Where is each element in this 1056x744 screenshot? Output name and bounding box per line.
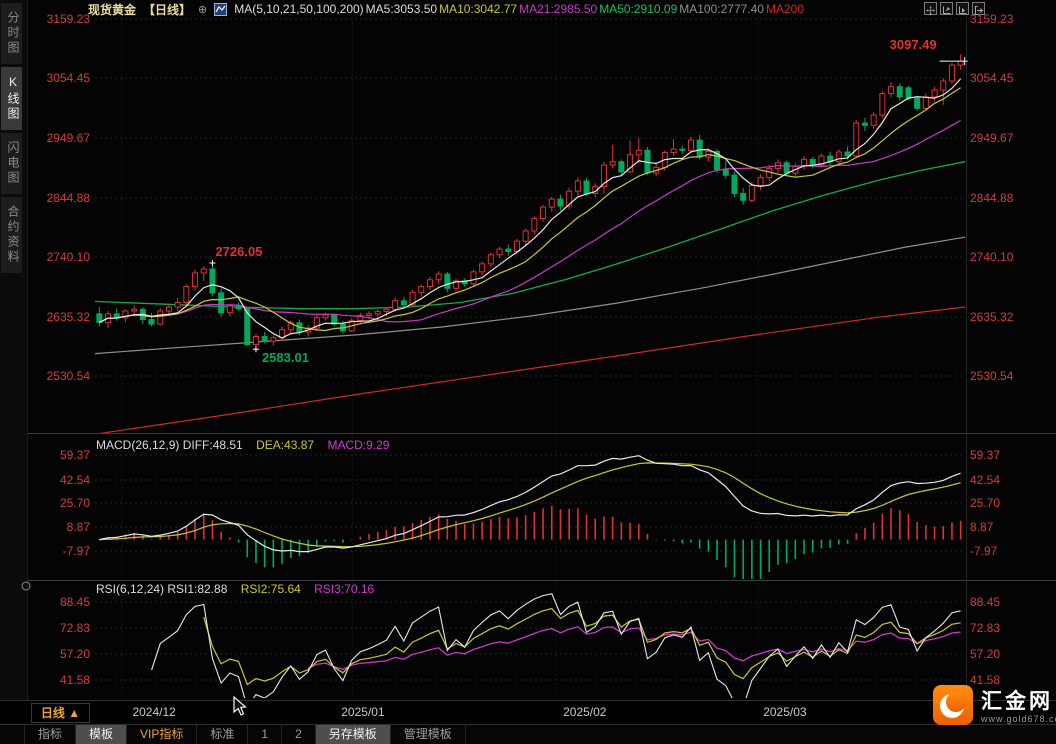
ma-value-5: MA100:2777.40	[679, 2, 764, 16]
price-axis-label: 3054.45	[30, 71, 90, 85]
macd-axis-label: 42.54	[970, 473, 1036, 487]
period-selector-label: 日线	[41, 706, 65, 720]
ma-value-1: MA5:3053.50	[366, 2, 437, 16]
macd-axis-label: 25.70	[30, 496, 90, 510]
rsi-axis-label: 72.83	[970, 621, 1036, 635]
period-label[interactable]: 【日线】	[143, 1, 191, 18]
detach-window-icon[interactable]	[972, 2, 985, 15]
macd-pane-title: MACD(26,12,9) DIFF:48.51 DEA:43.87 MACD:…	[96, 438, 389, 452]
macd-axis-label: 25.70	[970, 496, 1036, 510]
ma-value-3: MA21:2985.50	[519, 2, 597, 16]
rsi-axis-label: 88.45	[970, 595, 1036, 609]
month-label-0: 2024/12	[132, 705, 175, 719]
time-axis: 日线 ▲ 2024/12 2025/01 2025/02 2025/03	[0, 701, 1056, 723]
price-axis-label: 2740.10	[30, 250, 90, 264]
site-url: www.gold678.com	[981, 714, 1056, 724]
rsi-axis-label: 57.20	[30, 647, 90, 661]
rsi-axis-label: 72.83	[30, 621, 90, 635]
price-axis-label: 2530.54	[970, 369, 1036, 383]
rsi1-value: RSI(6,12,24) RSI1:82.88	[96, 582, 227, 596]
price-axis-label: 2635.32	[30, 310, 90, 324]
chart-canvas[interactable]: 2726.05 2583.01 3097.49	[0, 0, 1056, 744]
indicator-chart-icon	[214, 3, 227, 16]
price-axis-label: 2740.10	[970, 250, 1036, 264]
chart-app: 分时图K线图闪电图合约资料 现货黄金 【日线】 ⊕ MA(5,10,21,50,…	[0, 0, 1056, 744]
ma-values: MA(5,10,21,50,100,200)MA5:3053.50MA10:30…	[234, 2, 806, 16]
period-selector[interactable]: 日线 ▲	[31, 703, 90, 723]
rsi3-value: RSI3:70.16	[314, 582, 374, 596]
tab-5[interactable]: 2	[282, 725, 316, 744]
chart-header: 现货黄金 【日线】 ⊕ MA(5,10,21,50,100,200)MA5:30…	[88, 1, 806, 17]
tab-0[interactable]: 指标	[24, 725, 76, 744]
crosshair-icon[interactable]	[924, 2, 937, 15]
x-axis-zoom-icon[interactable]	[956, 2, 969, 15]
ma-value-4: MA50:2910.09	[599, 2, 677, 16]
mouse-cursor	[233, 696, 249, 716]
rsi-axis-label: 41.58	[30, 673, 90, 687]
tab-3[interactable]: 标准	[197, 725, 248, 744]
symbol-name[interactable]: 现货黄金	[88, 1, 136, 18]
ma-value-0: MA(5,10,21,50,100,200)	[234, 2, 363, 16]
tab-6[interactable]: 另存模板	[316, 725, 391, 744]
price-axis-label: 3054.45	[970, 71, 1036, 85]
ma-value-2: MA10:3042.77	[439, 2, 517, 16]
macd-axis-label: 59.37	[970, 448, 1036, 462]
macd-axis-label: 8.87	[970, 520, 1036, 534]
macd-dea-value: DEA:43.87	[256, 438, 314, 452]
month-label-3: 2025/03	[763, 705, 806, 719]
site-logo-icon	[933, 685, 973, 730]
price-axis-label: 2635.32	[970, 310, 1036, 324]
price-axis-label: 2844.88	[30, 191, 90, 205]
macd-title-main: MACD(26,12,9) DIFF:48.51	[96, 438, 243, 452]
site-name: 汇金网	[981, 691, 1056, 713]
rsi-axis-label: 88.45	[30, 595, 90, 609]
tab-1[interactable]: 模板	[76, 725, 127, 744]
link-icon[interactable]: ⊕	[198, 3, 207, 16]
window-toolbar	[924, 2, 985, 15]
tab-2[interactable]: VIP指标	[127, 725, 197, 744]
rsi2-value: RSI2:75.64	[241, 582, 301, 596]
ma-value-6: MA200	[766, 2, 804, 16]
macd-axis-label: 42.54	[30, 473, 90, 487]
macd-hist-value: MACD:9.29	[327, 438, 389, 452]
macd-axis-label: 59.37	[30, 448, 90, 462]
site-watermark: 汇金网 www.gold678.com	[933, 685, 1056, 730]
y-axis-zoom-icon[interactable]	[940, 2, 953, 15]
price-axis-label: 2949.67	[970, 131, 1036, 145]
macd-axis-label: -7.97	[970, 544, 1036, 558]
svg-text:3097.49: 3097.49	[890, 37, 937, 52]
month-label-2: 2025/02	[563, 705, 606, 719]
chevron-up-icon: ▲	[68, 706, 80, 720]
price-axis-label: 2530.54	[30, 369, 90, 383]
price-axis-label: 3159.23	[30, 12, 90, 26]
tab-7[interactable]: 管理模板	[391, 725, 466, 744]
macd-axis-label: -7.97	[30, 544, 90, 558]
price-axis-label: 2844.88	[970, 191, 1036, 205]
month-label-1: 2025/01	[341, 705, 384, 719]
svg-text:2583.01: 2583.01	[262, 350, 309, 365]
rsi-pane-title: RSI(6,12,24) RSI1:82.88 RSI2:75.64 RSI3:…	[96, 582, 374, 596]
bottom-tabbar: 指标模板VIP指标标准12另存模板管理模板	[0, 724, 1056, 744]
tab-4[interactable]: 1	[248, 725, 282, 744]
price-axis-label: 2949.67	[30, 131, 90, 145]
svg-text:2726.05: 2726.05	[215, 244, 262, 259]
macd-axis-label: 8.87	[30, 520, 90, 534]
rsi-axis-label: 57.20	[970, 647, 1036, 661]
